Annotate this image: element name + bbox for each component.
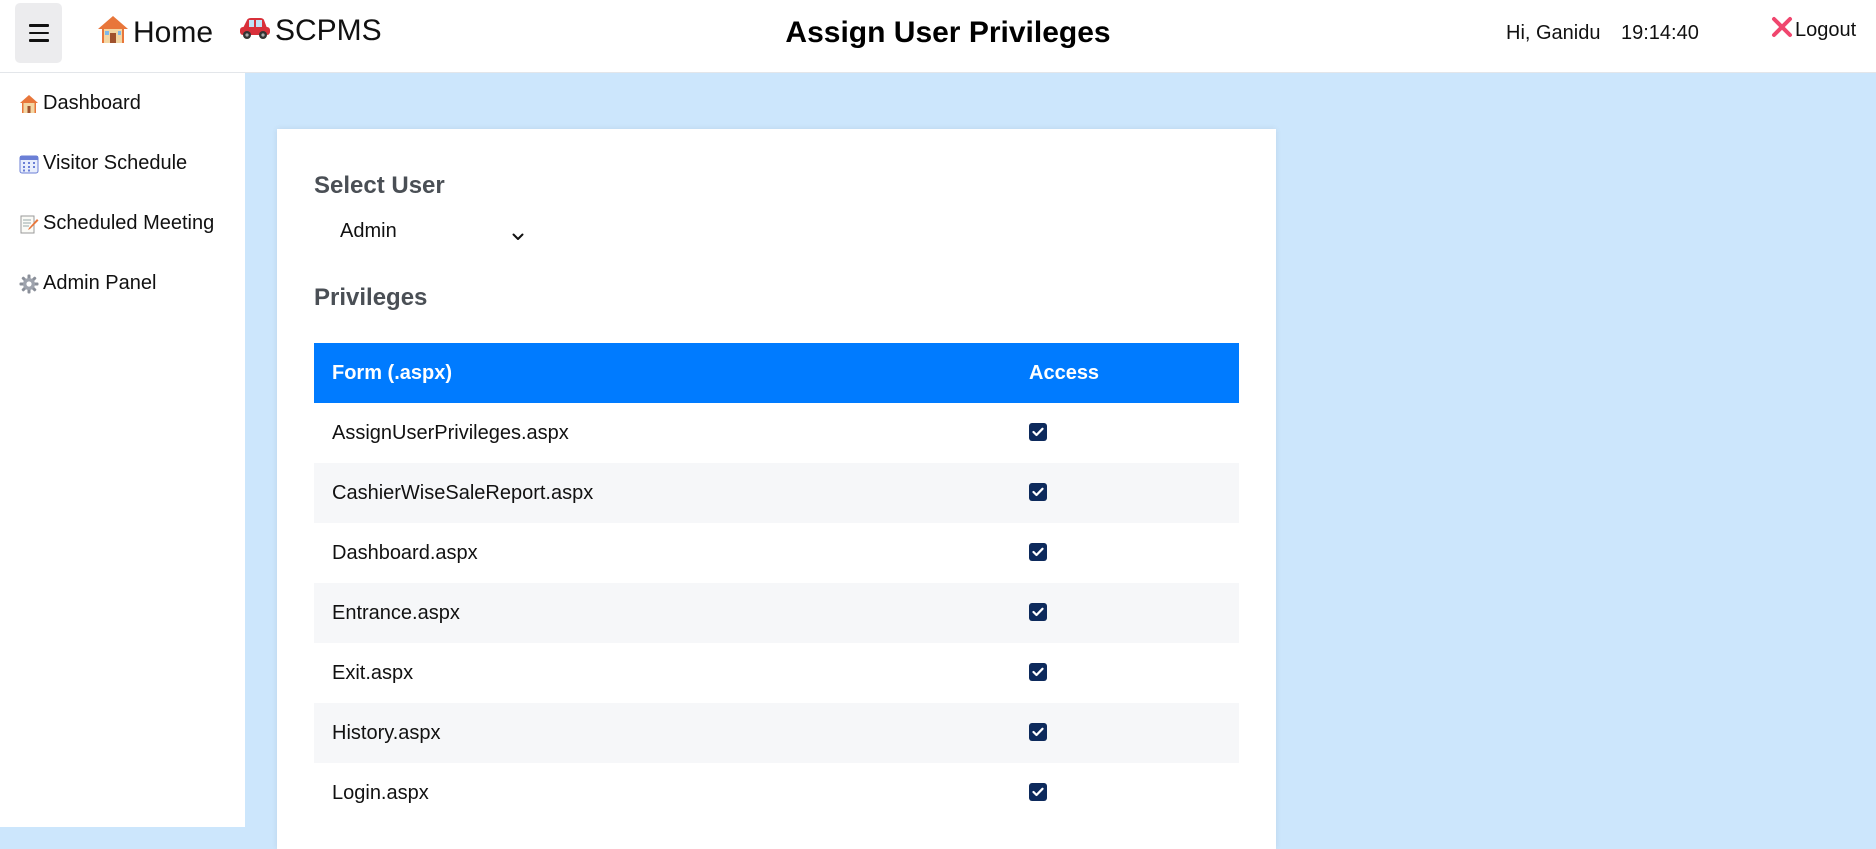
access-checkbox[interactable] — [1029, 783, 1047, 802]
user-select-value: Admin — [340, 219, 397, 242]
table-row: History.aspx — [314, 703, 1239, 763]
sidebar-item-label: Visitor Schedule — [43, 152, 188, 174]
car-icon — [239, 14, 271, 48]
sidebar-item-label: Dashboard — [43, 92, 141, 114]
access-cell — [1011, 643, 1239, 703]
table-row: Login.aspx — [314, 763, 1239, 823]
user-greeting: Hi, Ganidu — [1506, 22, 1601, 44]
access-cell — [1011, 463, 1239, 523]
checkmark-icon — [1032, 607, 1044, 617]
sidebar-item-admin-panel[interactable]: Admin Panel — [19, 272, 156, 295]
sidebar-item-label: Scheduled Meeting — [43, 212, 215, 234]
form-name-cell: Login.aspx — [314, 763, 1011, 823]
access-cell — [1011, 763, 1239, 823]
checkmark-icon — [1032, 667, 1044, 677]
checkmark-icon — [1032, 547, 1044, 557]
form-name-cell: AssignUserPrivileges.aspx — [314, 403, 1011, 463]
table-row: CashierWiseSaleReport.aspx — [314, 463, 1239, 523]
table-header-row: Form (.aspx) Access — [314, 343, 1239, 403]
column-header-form: Form (.aspx) — [314, 343, 1011, 403]
calendar-icon — [19, 154, 39, 174]
logout-label: Logout — [1795, 18, 1857, 41]
sidebar: Dashboard Visitor Schedule Scheduled Mee… — [0, 73, 245, 827]
table-row: Exit.aspx — [314, 643, 1239, 703]
access-checkbox[interactable] — [1029, 483, 1047, 502]
checkmark-icon — [1032, 727, 1044, 737]
hamburger-icon — [28, 24, 49, 42]
checkmark-icon — [1032, 427, 1044, 437]
user-select[interactable]: Admin — [314, 211, 524, 251]
column-header-access: Access — [1011, 343, 1239, 403]
sidebar-item-scheduled-meeting[interactable]: Scheduled Meeting — [19, 212, 214, 235]
close-icon — [1771, 16, 1795, 44]
sidebar-item-label: Admin Panel — [43, 272, 157, 294]
form-name-cell: Entrance.aspx — [314, 583, 1011, 643]
form-name-cell: Dashboard.aspx — [314, 523, 1011, 583]
privileges-card: Select User Admin Privileges Form (.aspx… — [277, 129, 1276, 849]
form-name-cell: CashierWiseSaleReport.aspx — [314, 463, 1011, 523]
privileges-label: Privileges — [314, 284, 428, 311]
menu-toggle-button[interactable] — [15, 3, 62, 63]
access-cell — [1011, 703, 1239, 763]
privileges-table: Form (.aspx) Access AssignUserPrivileges… — [314, 343, 1239, 823]
access-cell — [1011, 403, 1239, 463]
form-name-cell: History.aspx — [314, 703, 1011, 763]
access-checkbox[interactable] — [1029, 423, 1047, 442]
gear-icon — [19, 274, 39, 294]
table-row: AssignUserPrivileges.aspx — [314, 403, 1239, 463]
clock: 19:14:40 — [1621, 22, 1699, 44]
top-bar: Home SCPMS Assign User Privileges Hi, Ga… — [0, 0, 1876, 73]
access-checkbox[interactable] — [1029, 603, 1047, 622]
table-row: Entrance.aspx — [314, 583, 1239, 643]
sidebar-item-dashboard[interactable]: Dashboard — [19, 92, 141, 115]
home-link-label: Home — [133, 16, 214, 49]
access-cell — [1011, 523, 1239, 583]
sidebar-item-visitor-schedule[interactable]: Visitor Schedule — [19, 152, 187, 175]
access-checkbox[interactable] — [1029, 663, 1047, 682]
access-checkbox[interactable] — [1029, 723, 1047, 742]
house-icon — [19, 94, 39, 114]
access-cell — [1011, 583, 1239, 643]
checkmark-icon — [1032, 487, 1044, 497]
memo-icon — [19, 214, 39, 234]
table-row: Dashboard.aspx — [314, 523, 1239, 583]
house-icon — [97, 14, 129, 52]
access-checkbox[interactable] — [1029, 543, 1047, 562]
form-name-cell: Exit.aspx — [314, 643, 1011, 703]
chevron-down-icon — [512, 225, 524, 248]
scpms-link[interactable]: SCPMS — [239, 14, 382, 48]
logout-button[interactable]: Logout — [1771, 16, 1856, 44]
select-user-label: Select User — [314, 172, 445, 199]
checkmark-icon — [1032, 787, 1044, 797]
home-link[interactable]: Home — [97, 14, 213, 52]
scpms-link-label: SCPMS — [275, 14, 382, 47]
